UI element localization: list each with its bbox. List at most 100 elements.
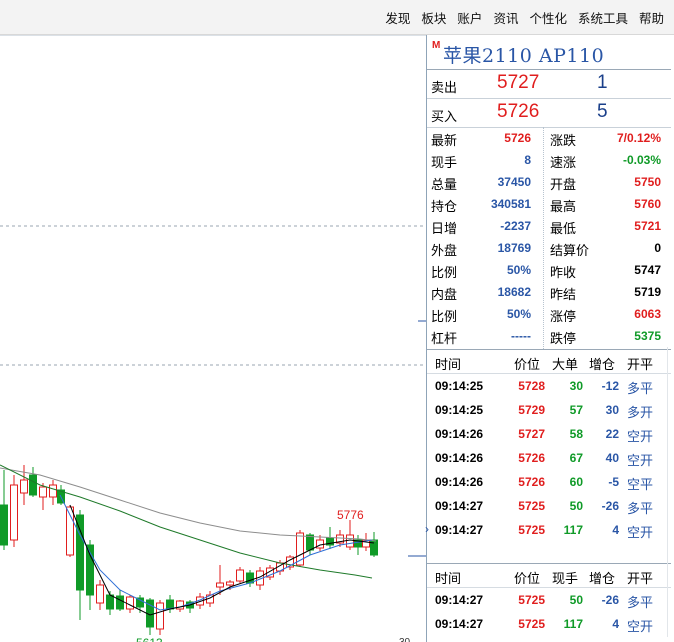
tick-row[interactable]: 09:14:26 5727 58 22 空开 [427,422,671,446]
stat-label: 比例 [431,265,458,280]
stat-value: 50% [506,263,531,277]
tick-price: 5725 [518,523,545,537]
kline-chart[interactable]: 5776 5613 30 [0,35,426,642]
candle-up [39,486,47,498]
stat-value: 5719 [634,285,661,299]
stats-row: 外盘 18769 结算价 0 [427,237,671,259]
tick-volume: 50 [569,499,583,513]
stat-value: 50% [506,307,531,321]
stat-value: 5726 [504,131,531,145]
tick-header: 时间 价位 现手 增仓 开平 [427,563,671,588]
candle-up [126,596,134,610]
stat-value: 5375 [634,329,661,343]
ask-row[interactable]: 卖出 5727 1 [427,70,671,99]
tick-list-trades: 时间 价位 现手 增仓 开平 09:14:27 5725 50 -26 多平 09:14:… [427,563,671,636]
tick-oi-change: 22 [605,427,619,441]
stat-label: 日增 [431,221,458,236]
high-price-label: 5776 [337,508,364,522]
tick-oi-change: -5 [608,475,619,489]
tick-header: 时间 价位 大单 增仓 开平 [427,349,671,374]
menu-personalize[interactable]: 个性化 [529,8,567,27]
candle-up [346,534,354,548]
market-badge: M [432,40,441,51]
col-oi-change: 增仓 [588,357,615,372]
menu-help[interactable]: 帮助 [639,8,664,27]
tick-list-large-orders: 时间 价位 大单 增仓 开平 09:14:25 5728 30 -12 多平 09:14:… [425,349,671,542]
ma-line-green [0,464,373,579]
tick-time: 09:14:25 [435,379,484,393]
candle-up [236,569,244,582]
tick-row[interactable]: 09:14:27 5725 50 -26 多平 [427,494,671,518]
tick-row[interactable]: 09:14:25 5729 57 30 多开 [427,398,671,422]
top-menu: 发现 板块 账户 资讯 个性化 系统工具 帮助 [374,0,664,34]
tick-row[interactable]: 09:14:27 5725 117 4 空开 [427,612,671,636]
stats-row: 内盘 18682 昨结 5719 [427,281,671,303]
tick-price: 5725 [518,593,545,607]
bid-row[interactable]: 买入 5726 5 [427,99,671,128]
kline-chart-canvas[interactable]: 5776 5613 30 [0,35,426,642]
tick-volume: 50 [569,593,583,607]
tick-time: 09:14:27 [435,593,484,607]
stat-value: -2237 [500,219,531,233]
stat-value: 18682 [497,285,531,299]
tick-row[interactable]: 09:14:26 5726 67 40 空开 [427,446,671,470]
tick-volume: 117 [563,523,583,537]
tick-time: 09:14:26 [435,427,484,441]
stat-value: 0 [654,241,661,255]
tick-oi-change: 30 [605,403,619,417]
tick-price: 5725 [518,499,545,513]
tick-volume: 117 [563,617,583,631]
tick-row[interactable]: 09:14:26 5726 60 -5 空平 [427,470,671,494]
stat-value: -0.03% [622,153,661,167]
candle-down [106,594,114,610]
menu-sectors[interactable]: 板块 [421,8,446,27]
tick-oi-change: 4 [612,617,619,631]
stats-row: 总量 37450 开盘 5750 [427,171,671,193]
candle-down [0,504,8,546]
stats-row: 现手 8 速涨 -0.03% [427,149,671,171]
tick-scrollbar[interactable] [667,347,672,637]
tick-time: 09:14:27 [435,499,484,513]
tick-oi-change: -26 [601,499,619,513]
menu-account[interactable]: 账户 [457,8,482,27]
stats-row: 杠杆 ----- 跌停 5375 [427,325,671,347]
menu-news[interactable]: 资讯 [493,8,518,27]
tick-price: 5729 [518,403,545,417]
stat-label: 开盘 [550,177,577,192]
candle-up [49,484,57,498]
menu-system-tools[interactable]: 系统工具 [578,8,628,27]
stats-row: 比例 50% 涨停 6063 [427,303,671,325]
tick-row[interactable]: 09:14:27 5725 50 -26 多平 [427,588,671,612]
top-menu-bar: 发现 板块 账户 资讯 个性化 系统工具 帮助 [0,0,674,35]
tick-time: 09:14:27 [435,523,484,537]
ask-price[interactable]: 5727 [497,72,539,94]
col-volume: 大单 [551,357,578,372]
candle-up [226,581,234,586]
stat-label: 涨停 [550,309,577,324]
ask-label: 卖出 [431,80,458,95]
candle-down [76,514,84,591]
stat-value: 37450 [497,175,531,189]
stat-label: 结算价 [550,243,590,258]
stats-row: 最新 5726 涨跌 7/0.12% [427,127,671,149]
tick-open-close: 多平 [627,501,654,516]
tick-oi-change: -12 [601,379,619,393]
candle-up [10,484,18,541]
candle-up [20,479,28,494]
bid-price[interactable]: 5726 [497,101,539,123]
col-open-close: 开平 [627,571,654,586]
col-oi-change: 增仓 [588,571,615,586]
stat-label: 内盘 [431,287,458,302]
tick-row[interactable]: 09:14:25 5728 30 -12 多平 [427,374,671,398]
stat-label: 比例 [431,309,458,324]
tick-row[interactable]: › 09:14:27 5725 117 4 空开 [425,518,671,542]
candle-down [116,595,124,610]
col-volume: 现手 [551,571,578,586]
tick-time: 09:14:25 [435,403,484,417]
tick-open-close: 空开 [627,619,654,634]
instrument-name: 苹果2110 AP110 [443,45,605,67]
ma-line-blue [59,494,373,611]
stat-label: 持仓 [431,199,458,214]
menu-discover[interactable]: 发现 [385,8,410,27]
stat-label: 昨收 [550,265,577,280]
